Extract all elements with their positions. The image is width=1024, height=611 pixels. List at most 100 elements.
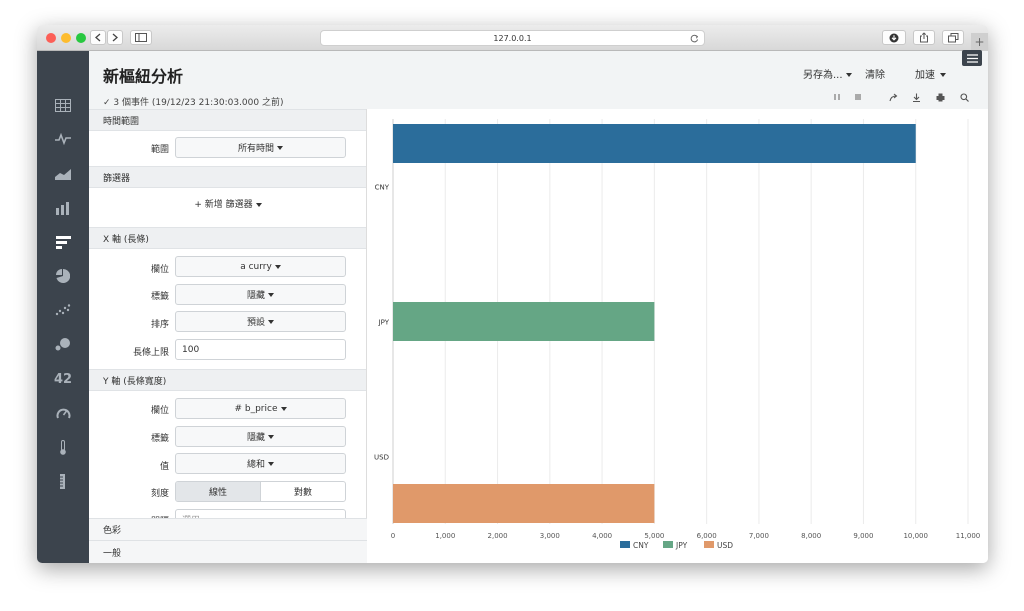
menu-button[interactable] [962,50,982,66]
y-field-value: # b_price [234,403,278,414]
x-sort-dropdown[interactable]: 預設 [175,311,346,332]
x-tick-label: 5,000 [644,532,664,540]
column-chart-icon [56,201,69,215]
tabs-overview-button[interactable] [942,30,964,45]
x-tick-label: 1,000 [435,532,455,540]
x-sort-label: 排序 [150,320,169,330]
add-filter-button[interactable]: + 新增 篩選器 [89,197,366,210]
table-icon [55,98,71,112]
forward-button[interactable] [107,30,123,45]
config-panel: 時間範圍 範圍 所有時間 篩選器 + 新增 篩選器 X 軸 (長條) 欄位 a … [89,109,367,518]
save-as-button[interactable]: 另存為... [803,66,852,81]
tabs-icon [947,32,958,42]
x-field-value: a curry [240,261,272,272]
nav-marker-gauge[interactable] [37,467,89,495]
nav-bar-chart[interactable] [37,228,89,256]
new-tab-button[interactable]: + [971,33,988,51]
x-sort-value: 預設 [246,318,265,328]
nav-table[interactable] [37,91,89,119]
scale-linear-option[interactable]: 線性 [176,482,261,501]
x-limit-input[interactable]: 100 [175,339,346,360]
nav-single-value[interactable]: 42 [37,365,89,393]
color-section[interactable]: 色彩 [89,518,367,540]
x-tick-label: 9,000 [853,532,873,540]
x-tick-label: 10,000 [903,532,928,540]
scale-log-option[interactable]: 對數 [261,482,345,501]
share-button[interactable] [913,30,935,45]
chevron-left-icon [95,33,101,42]
x-tick-label: 11,000 [956,532,981,540]
zoom-window-button[interactable] [76,33,86,43]
x-tick-label: 0 [391,532,395,540]
legend-label: CNY [633,541,649,550]
range-value: 所有時間 [237,144,274,154]
x-axis-section[interactable]: X 軸 (長條) [89,227,366,249]
accelerate-button[interactable]: 加速 [915,66,946,81]
x-field-dropdown[interactable]: a curry [175,256,346,277]
print-icon[interactable] [936,93,945,102]
y-field-label: 欄位 [150,406,169,416]
close-window-button[interactable] [46,33,56,43]
legend-label: JPY [675,541,688,550]
marker-gauge-icon [60,473,65,489]
time-range-section[interactable]: 時間範圍 [89,109,366,131]
y-tick-label: CNY [375,184,390,192]
nav-area-chart[interactable] [37,160,89,188]
page-title: 新樞紐分析 [103,67,184,86]
clear-button[interactable]: 清除 [865,66,885,81]
y-axis-section[interactable]: Y 軸 (長條寬度) [89,369,366,391]
browser-toolbar: 127.0.0.1 + [37,25,988,51]
legend-swatch [663,541,673,548]
y-scale-label: 刻度 [150,489,169,499]
stop-icon[interactable] [854,93,862,101]
y-field-dropdown[interactable]: # b_price [175,398,346,419]
nav-radial-gauge[interactable] [37,399,89,427]
scatter-chart-icon [55,304,71,316]
x-label-dropdown[interactable]: 隱藏 [175,284,346,305]
back-button[interactable] [90,30,106,45]
nav-pie-chart[interactable] [37,262,89,290]
nav-line-chart[interactable] [37,125,89,153]
y-value-label: 值 [159,462,169,472]
gauge-icon [56,408,70,418]
nav-filler-gauge[interactable] [37,433,89,461]
x-tick-label: 7,000 [749,532,769,540]
x-tick-label: 3,000 [540,532,560,540]
line-chart-icon [55,133,71,145]
chevron-down-icon [268,319,274,324]
search-icon[interactable] [960,93,969,102]
bar [393,124,916,163]
single-value-icon: 42 [53,371,73,387]
bubble-chart-icon [55,337,70,350]
x-label-value: 隱藏 [246,291,265,301]
chevron-down-icon [845,73,852,77]
range-dropdown[interactable]: 所有時間 [175,137,346,158]
download-icon[interactable] [912,93,921,102]
bar-chart: 0 1,000 2,000 3,000 4,000 5,000 6,000 7,000 8,00… [374,119,981,550]
sidebar-toggle-button[interactable] [130,30,152,45]
hamburger-icon [966,53,978,63]
minimize-window-button[interactable] [61,33,71,43]
y-label-dropdown[interactable]: 隱藏 [175,426,346,447]
filter-section[interactable]: 篩選器 [89,166,366,188]
reload-icon[interactable] [690,34,699,43]
address-bar[interactable]: 127.0.0.1 [320,30,705,46]
pivot-header: 新樞紐分析 ✓ 3 個事件 (19/12/23 21:30:03.000 之前)… [89,50,988,109]
thermometer-icon [60,439,66,455]
y-interval-input[interactable]: 選用 [175,509,346,518]
y-value-dropdown[interactable]: 總和 [175,453,346,474]
save-as-label: 另存為... [803,70,843,81]
x-tick-label: 8,000 [801,532,821,540]
share-icon[interactable] [889,93,898,102]
y-value-value: 總和 [246,460,265,470]
download-icon [889,33,899,42]
nav-scatter-chart[interactable] [37,296,89,324]
legend-swatch [620,541,630,548]
nav-column-chart[interactable] [37,194,89,222]
pause-icon[interactable] [833,93,841,101]
x-limit-label: 長條上限 [132,348,169,358]
nav-bubble-chart[interactable] [37,330,89,358]
downloads-button[interactable] [882,30,906,45]
general-section[interactable]: 一般 [89,540,367,563]
chevron-down-icon [268,292,274,297]
